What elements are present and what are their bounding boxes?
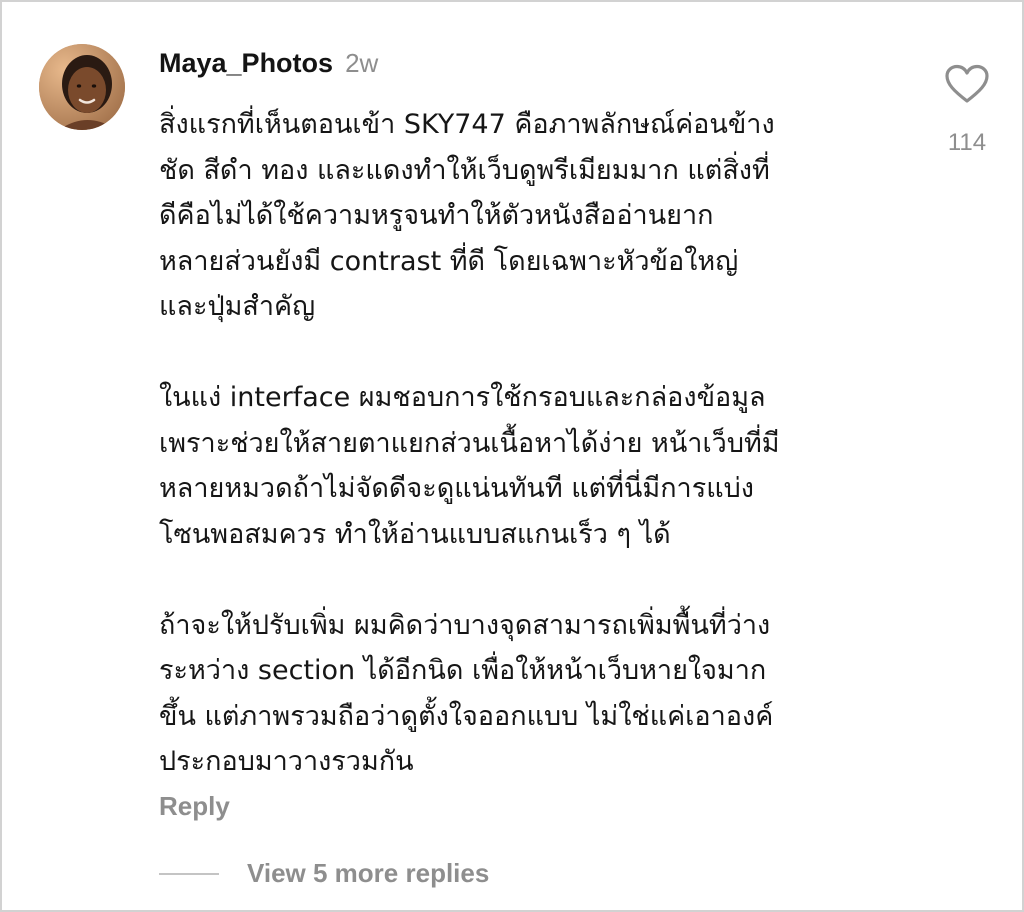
avatar-image xyxy=(39,44,125,130)
comment-line: ในแง่ interface ผมชอบการใช้กรอบและกล่องข… xyxy=(159,382,766,413)
comment-card: Maya_Photos 2w สิ่งแรกที่เห็นตอนเข้า SKY… xyxy=(0,0,1024,912)
comment-line: สิ่งแรกที่เห็นตอนเข้า SKY747 คือภาพลักษณ… xyxy=(159,109,775,140)
username-link[interactable]: Maya_Photos xyxy=(159,48,333,79)
comment-line: เพราะช่วยให้สายตาแยกส่วนเนื้อหาได้ง่าย ห… xyxy=(159,427,780,459)
comment-line: ดีคือไม่ได้ใช้ความหรูจนทำให้ตัวหนังสืออ่… xyxy=(159,200,714,231)
user-avatar[interactable] xyxy=(39,44,125,130)
comment-header: Maya_Photos 2w xyxy=(159,48,378,84)
comment-text: สิ่งแรกที่เห็นตอนเข้า SKY747 คือภาพลักษณ… xyxy=(159,102,919,785)
like-count: 114 xyxy=(947,129,987,156)
reply-button[interactable]: Reply xyxy=(159,791,230,822)
comment-line: ชัด สีดำ ทอง และแดงทำให้เว็บดูพรีเมียมมา… xyxy=(159,154,770,186)
comment-line: ระหว่าง section ได้อีกนิด เพื่อให้หน้าเว… xyxy=(159,655,767,686)
comment-line: หลายส่วนยังมี contrast ที่ดี โดยเฉพาะหัว… xyxy=(159,245,739,277)
replies-divider xyxy=(159,873,219,875)
comment-line: และปุ่มสำคัญ xyxy=(159,291,316,322)
view-more-replies-button[interactable]: View 5 more replies xyxy=(247,858,489,889)
comment-line: หลายหมวดถ้าไม่จัดดีจะดูแน่นทันที แต่ที่น… xyxy=(159,473,754,504)
heart-outline-icon xyxy=(945,64,989,103)
like-button[interactable] xyxy=(944,64,990,104)
comment-line: ขึ้น แต่ภาพรวมถือว่าดูตั้งใจออกแบบ ไม่ใช… xyxy=(159,700,774,732)
comment-timestamp: 2w xyxy=(345,48,379,78)
comment-line: โซนพอสมควร ทำให้อ่านแบบสแกนเร็ว ๆ ได้ xyxy=(159,518,671,550)
comment-line: ประกอบมาวางรวมกัน xyxy=(159,746,414,777)
comment-line: ถ้าจะให้ปรับเพิ่ม ผมคิดว่าบางจุดสามารถเพ… xyxy=(159,609,771,641)
